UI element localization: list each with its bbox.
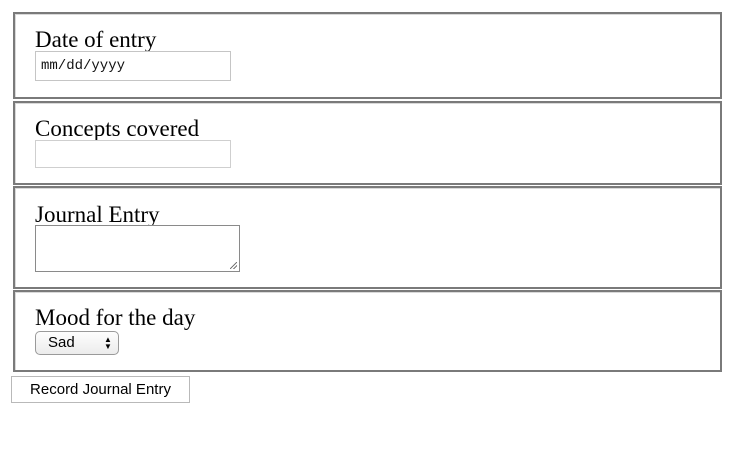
date-of-entry-input[interactable]: mm/dd/yyyy: [35, 51, 231, 81]
concepts-covered-input[interactable]: [35, 140, 231, 168]
mood-select[interactable]: Sad ▲ ▼: [35, 331, 119, 355]
journal-entry-group: Journal Entry: [13, 186, 722, 289]
resize-grip-icon[interactable]: [230, 262, 237, 269]
concepts-covered-label: Concepts covered: [35, 116, 200, 141]
journal-form-page: Date of entry mm/dd/yyyy Concepts covere…: [0, 0, 733, 461]
mood-label: Mood for the day: [35, 305, 196, 330]
date-of-entry-label: Date of entry: [35, 27, 157, 52]
mood-group: Mood for the day Sad ▲ ▼: [13, 290, 722, 372]
mood-selected-value: Sad: [48, 334, 75, 351]
journal-entry-label: Journal Entry: [35, 202, 160, 227]
up-down-chevron-icon: ▲ ▼: [104, 335, 112, 351]
date-of-entry-group: Date of entry mm/dd/yyyy: [13, 12, 722, 99]
journal-entry-textarea[interactable]: [35, 225, 240, 272]
date-placeholder: mm/dd/yyyy: [41, 58, 126, 74]
record-journal-entry-button[interactable]: Record Journal Entry: [11, 376, 190, 403]
concepts-covered-group: Concepts covered: [13, 101, 722, 185]
